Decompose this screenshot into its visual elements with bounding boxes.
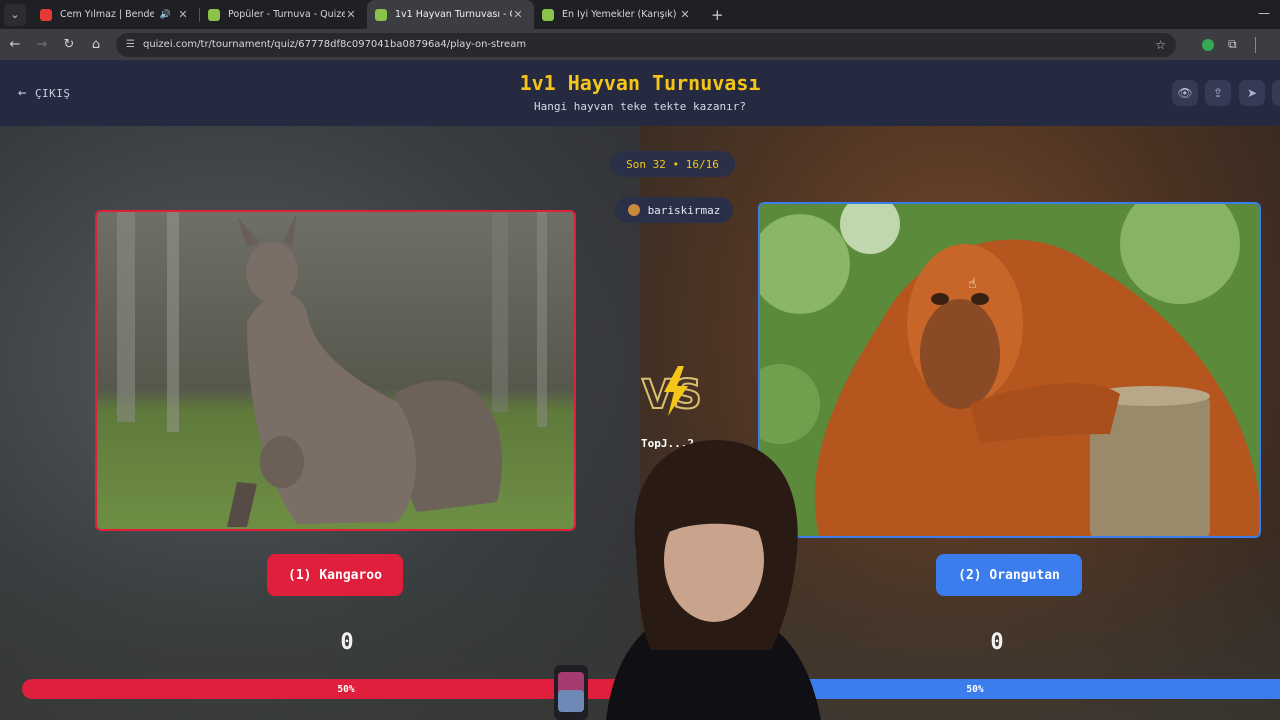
browser-tab-bar: ⌄ Cem Yılmaz | Benden adam 🔊 ✕ Popüler -…: [0, 0, 1280, 29]
round-badge: Son 32 • 16/16: [610, 151, 735, 177]
home-icon[interactable]: ⌂: [84, 37, 108, 52]
quizei-favicon-icon: [542, 8, 554, 21]
streamer-avatar: [627, 204, 640, 216]
plus-icon[interactable]: +: [711, 6, 724, 24]
close-icon[interactable]: ✕: [177, 8, 189, 21]
eye-icon[interactable]: 👁: [1172, 80, 1198, 106]
browser-address-bar: ← → ↻ ⌂ ☰ quizei.com/tr/tournament/quiz/…: [0, 29, 1280, 60]
extension-green-icon[interactable]: [1202, 38, 1214, 51]
left-vote-count: 0: [340, 630, 354, 655]
quizei-favicon-icon: [208, 8, 220, 21]
choose-left-button[interactable]: (1) Kangaroo: [267, 554, 403, 596]
left-percentage-label: 50%: [337, 683, 355, 695]
toolbar-divider: [1254, 36, 1256, 53]
back-icon[interactable]: ←: [3, 37, 27, 52]
quizei-favicon-icon: [375, 8, 387, 21]
url-text: quizei.com/tr/tournament/quiz/67778df8c0…: [142, 39, 527, 50]
speaker-icon[interactable]: 🔊: [160, 10, 171, 20]
page-header: ← ÇIKIŞ 1v1 Hayvan Turnuvası Hangi hayva…: [0, 60, 1280, 126]
kangaroo-image: [97, 212, 574, 529]
streamer-name: bariskirmaz: [647, 203, 721, 217]
close-icon[interactable]: ✕: [679, 8, 691, 21]
right-vote-count: 0: [990, 630, 1004, 655]
reload-icon[interactable]: ↻: [57, 37, 81, 52]
send-icon[interactable]: ➤: [1239, 80, 1265, 106]
browser-tab-3-active[interactable]: 1v1 Hayvan Turnuvası - Quizei ✕: [367, 0, 534, 29]
choose-right-button[interactable]: (2) Orangutan: [936, 554, 1082, 596]
hand-cursor-icon: ☝: [968, 276, 977, 292]
page-content: ← ÇIKIŞ 1v1 Hayvan Turnuvası Hangi hayva…: [0, 60, 1280, 720]
youtube-favicon-icon: [40, 8, 52, 21]
share-icon[interactable]: ⇪: [1205, 80, 1231, 106]
extension-icon[interactable]: ⧉: [1228, 37, 1237, 52]
right-percentage-label: 50%: [966, 683, 984, 695]
tab-title: Cem Yılmaz | Benden adam: [60, 9, 154, 20]
webcam-overlay: [554, 440, 821, 720]
url-field[interactable]: ☰ quizei.com/tr/tournament/quiz/67778df8…: [116, 32, 1176, 57]
lightning-vs-icon: VS: [641, 366, 703, 419]
minimize-icon[interactable]: —: [1258, 6, 1270, 20]
forward-icon[interactable]: →: [30, 37, 54, 52]
close-icon[interactable]: ✕: [345, 8, 357, 21]
more-button[interactable]: [1272, 80, 1280, 106]
streamer-badge: bariskirmaz: [615, 197, 733, 223]
site-settings-icon[interactable]: ☰: [126, 39, 135, 50]
page-subtitle: Hangi hayvan teke tekte kazanır?: [534, 100, 746, 113]
bookmark-star-icon[interactable]: ☆: [1155, 38, 1166, 52]
option-card-left[interactable]: [95, 210, 576, 531]
page-title: 1v1 Hayvan Turnuvası: [519, 71, 761, 95]
tab-title: 1v1 Hayvan Turnuvası - Quizei: [395, 9, 512, 20]
tab-title: En İyi Yemekler (Karışık) - Quiz: [562, 9, 679, 20]
browser-tab-1[interactable]: Cem Yılmaz | Benden adam 🔊 ✕: [32, 0, 199, 29]
close-icon[interactable]: ✕: [512, 8, 524, 21]
tab-search-chevron-down-icon[interactable]: ⌄: [4, 3, 26, 26]
browser-tab-2[interactable]: Popüler - Turnuva - Quizei ✕: [200, 0, 367, 29]
browser-tab-4[interactable]: En İyi Yemekler (Karışık) - Quiz ✕: [534, 0, 701, 29]
tab-title: Popüler - Turnuva - Quizei: [228, 9, 345, 20]
